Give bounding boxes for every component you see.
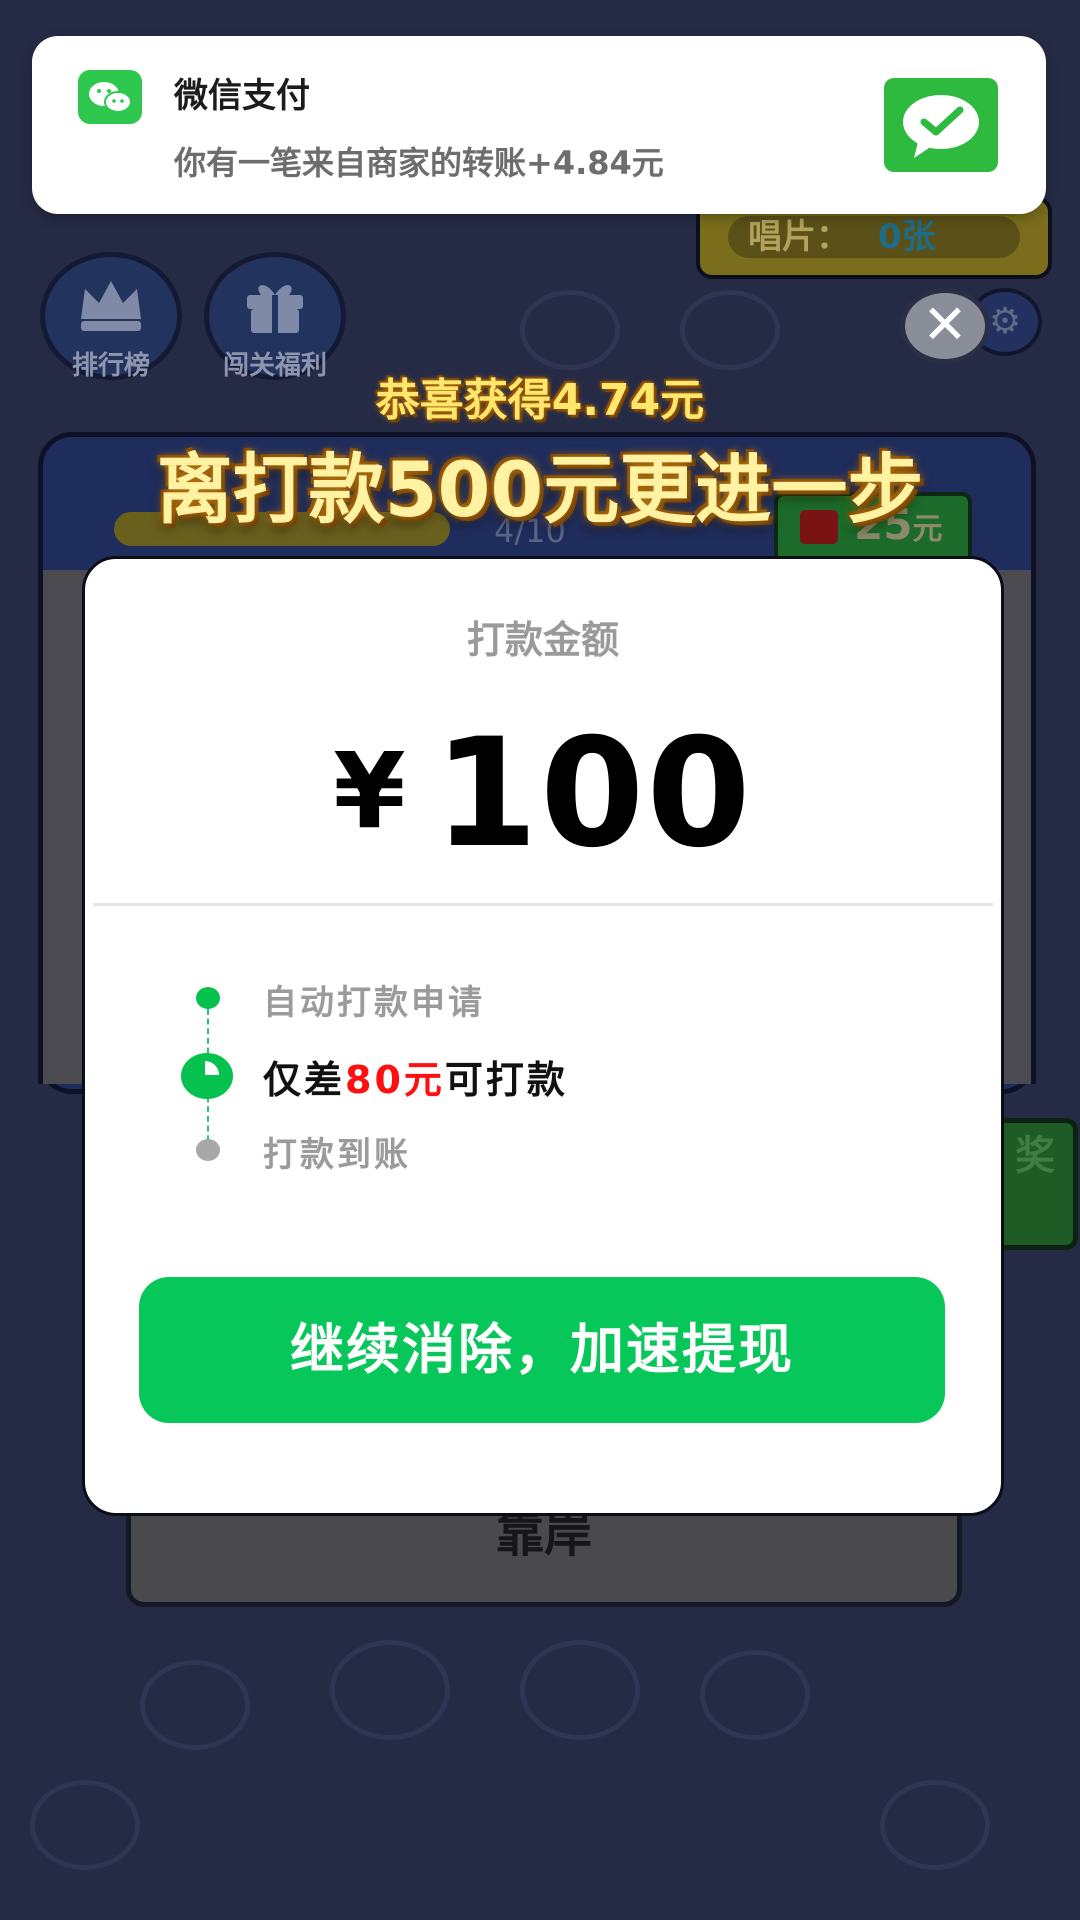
- step-progress-slice: [191, 1061, 219, 1089]
- bg-decor: [30, 1780, 140, 1870]
- payout-amount-value: 100: [433, 707, 753, 881]
- currency-symbol: ¥: [333, 730, 406, 852]
- gift-icon: [247, 285, 303, 333]
- divider: [93, 903, 993, 906]
- step-arrived: 打款到账: [263, 1135, 411, 1175]
- bg-decor: [520, 1640, 640, 1740]
- step-done-indicator: [196, 987, 220, 1009]
- step-remaining-prefix: 仅差: [263, 1058, 346, 1102]
- step-apply: 自动打款申请: [263, 983, 485, 1023]
- bg-decor: [680, 290, 780, 370]
- dock-button[interactable]: 靠岸: [126, 1500, 962, 1607]
- notification-message: 你有一笔来自商家的转账+4.84元: [174, 144, 664, 182]
- notification-title: 微信支付: [174, 76, 310, 116]
- payment-notification[interactable]: 微信支付 你有一笔来自商家的转账+4.84元: [32, 36, 1046, 214]
- leaderboard-button[interactable]: 排行榜: [40, 252, 182, 381]
- payout-amount-label: 打款金额: [466, 618, 619, 662]
- step-current-indicator: [181, 1053, 233, 1099]
- side-reward-label: 奖: [1015, 1133, 1055, 1179]
- bg-decor: [140, 1660, 250, 1750]
- remaining-amount: 80元: [345, 1058, 445, 1102]
- disc-counter-inner: 唱片： 0张: [728, 216, 1020, 258]
- wechat-pay-icon: [884, 78, 998, 172]
- level-rewards-button[interactable]: 闯关福利: [204, 252, 346, 381]
- wechat-icon: [78, 70, 142, 124]
- disc-label: 唱片：: [748, 217, 850, 257]
- banner-subtitle: 恭喜获得4.74元: [375, 375, 705, 426]
- bg-decor: [880, 1780, 990, 1870]
- continue-button[interactable]: 继续消除，加速提现: [139, 1277, 945, 1423]
- bg-decor: [700, 1650, 810, 1740]
- disc-count: 0张: [878, 217, 936, 257]
- bg-decor: [330, 1640, 450, 1740]
- payout-dialog: 打款金额 ¥100 自动打款申请 仅差80元可打款 打款到账 继续消除，加速提现: [82, 556, 1004, 1516]
- step-remaining-suffix: 可打款: [444, 1058, 568, 1102]
- step-pending-indicator: [196, 1139, 220, 1161]
- side-reward-button[interactable]: 奖: [992, 1118, 1078, 1250]
- close-icon[interactable]: ✕: [900, 288, 990, 364]
- step-remaining: 仅差80元可打款: [263, 1049, 568, 1104]
- banner-title: 离打款500元更进一步: [156, 445, 924, 534]
- payout-amount: ¥100: [85, 707, 1001, 881]
- crown-icon: [81, 281, 141, 331]
- bg-decor: [520, 290, 620, 370]
